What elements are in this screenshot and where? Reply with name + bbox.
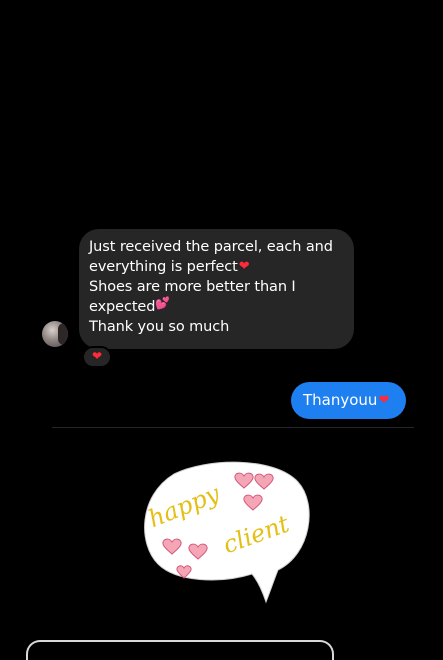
message-line: Just received the parcel, each and bbox=[89, 239, 333, 255]
red-heart-icon: ❤ bbox=[378, 393, 390, 408]
sender-avatar[interactable] bbox=[42, 321, 68, 347]
message-line: expected💕 bbox=[89, 296, 171, 315]
outgoing-message-bubble[interactable]: Thanyouu❤ bbox=[291, 382, 406, 419]
incoming-message-bubble[interactable]: Just received the parcel, each and every… bbox=[79, 229, 354, 349]
message-line: Shoes are more better than I bbox=[89, 279, 296, 295]
message-input-bar[interactable] bbox=[26, 640, 334, 660]
outgoing-message-text: Thanyouu bbox=[303, 391, 378, 409]
message-line: Thank you so much bbox=[89, 319, 230, 335]
happy-client-sticker[interactable]: happy client bbox=[136, 456, 312, 606]
chat-screen: Just received the parcel, each and every… bbox=[0, 0, 443, 660]
two-hearts-icon: 💕 bbox=[155, 296, 171, 310]
red-heart-icon: ❤ bbox=[238, 259, 250, 274]
message-line: everything is perfect❤ bbox=[89, 259, 250, 275]
heart-reaction-badge[interactable]: ❤ bbox=[82, 346, 112, 368]
divider bbox=[52, 427, 414, 428]
